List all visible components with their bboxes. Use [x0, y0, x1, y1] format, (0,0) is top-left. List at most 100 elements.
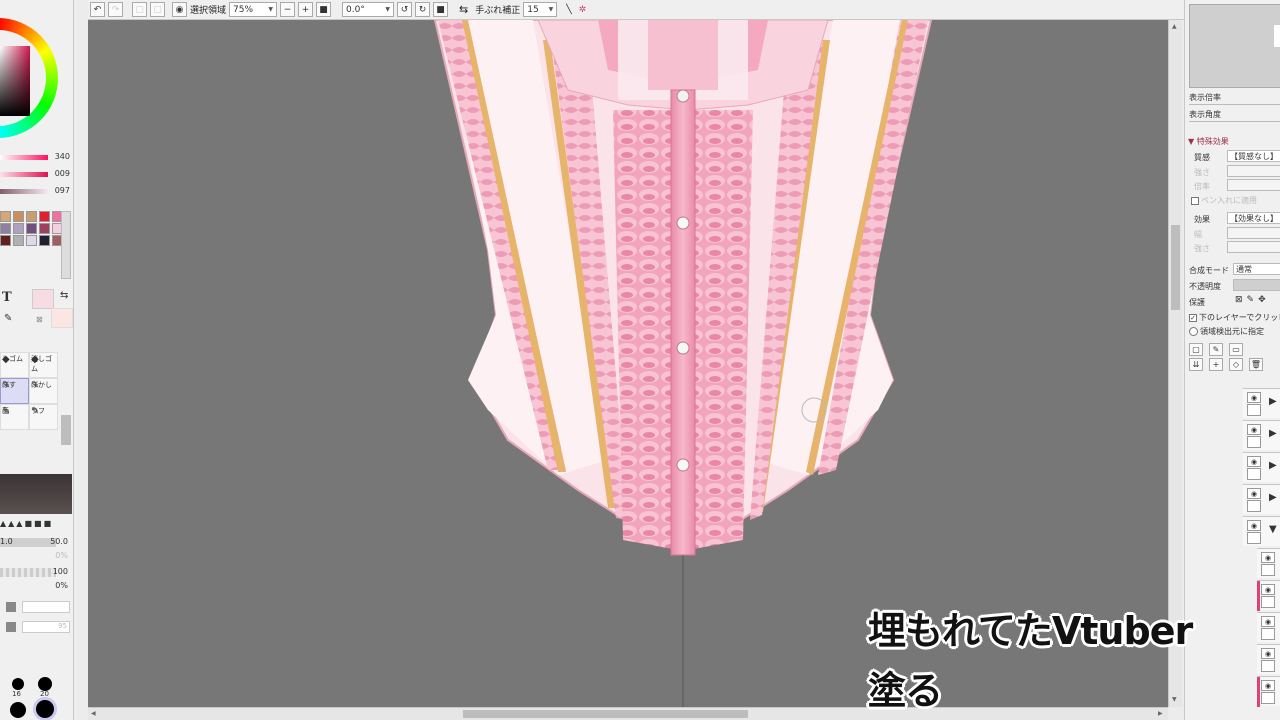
scroll-left-icon[interactable]: ◀ — [91, 710, 96, 717]
palette-swatch[interactable] — [39, 235, 50, 246]
brush-preset-dot-selected[interactable] — [36, 700, 54, 718]
saturation-slider[interactable]: 009 — [0, 169, 73, 181]
tool-button[interactable]: 画 ✎ — [0, 404, 29, 430]
eye-icon[interactable]: ◉ — [1261, 616, 1275, 627]
min-size-row[interactable]: 0% — [0, 551, 72, 562]
eye-icon[interactable]: ◉ — [1247, 424, 1261, 435]
tool-button[interactable]: ラフ ✎ — [29, 404, 58, 430]
eye-icon[interactable]: ◉ — [172, 2, 187, 17]
pen-apply-checkbox[interactable]: ペン入れに適用 — [1191, 195, 1257, 206]
palette-swatch[interactable] — [39, 211, 50, 222]
chevron-down-icon[interactable]: ▼ — [1269, 524, 1277, 535]
rotation-select[interactable]: 0.0° ▼ — [342, 2, 395, 17]
layer-lock-box[interactable] — [1247, 468, 1261, 480]
zoom-reset-icon[interactable]: ■ — [316, 2, 332, 17]
new-folder-icon[interactable]: ▭ — [1229, 343, 1243, 356]
opacity-slider[interactable] — [1233, 279, 1280, 291]
density-row[interactable]: 100 — [0, 567, 72, 578]
scroll-up-icon[interactable]: ▲ — [1172, 23, 1177, 30]
stabilizer-select[interactable]: 15 ▼ — [523, 2, 558, 17]
tool-button[interactable]: しゴム ◆ — [0, 352, 29, 378]
palette-swatch[interactable] — [13, 211, 24, 222]
layer-lock-box[interactable] — [1261, 660, 1275, 672]
layer-lock-box[interactable] — [1247, 500, 1261, 512]
canvas-horizontal-scrollbar[interactable]: ◀ ▶ — [88, 707, 1168, 720]
hue-slider[interactable]: 340 — [0, 152, 73, 164]
eye-icon[interactable]: ◉ — [1247, 392, 1261, 403]
palette-swatch[interactable] — [26, 223, 37, 234]
eye-icon[interactable]: ◉ — [1261, 680, 1275, 691]
palette-swatch[interactable] — [0, 235, 11, 246]
hue-slider-bar[interactable] — [0, 155, 48, 160]
clip-checkbox[interactable]: ✓下のレイヤーでクリッピング — [1189, 312, 1280, 323]
palette-swatch[interactable] — [13, 235, 24, 246]
texture-dropdown-button[interactable] — [6, 602, 16, 612]
layer-lock-box[interactable] — [1247, 436, 1261, 448]
background-color-swatch[interactable] — [51, 308, 73, 328]
brush-preset-dot[interactable] — [10, 702, 26, 718]
effect-dropdown-button[interactable] — [6, 622, 16, 632]
layer-lock-box[interactable] — [1247, 404, 1261, 416]
add-icon[interactable]: + — [1209, 358, 1223, 371]
chevron-right-icon[interactable]: ▶ — [1269, 396, 1277, 407]
palette-swatch[interactable] — [13, 223, 24, 234]
blend-mode-select[interactable]: 通常 — [1233, 263, 1280, 275]
tool-button[interactable]: ぼかし ✎ — [29, 378, 58, 404]
layer-item[interactable]: ◉ — [1257, 676, 1280, 707]
foreground-color-swatch[interactable] — [32, 289, 54, 309]
undo-icon[interactable]: ↶ — [90, 2, 105, 17]
eye-icon[interactable]: ◉ — [1261, 552, 1275, 563]
horizontal-scroll-thumb[interactable] — [463, 710, 748, 718]
palette-swatch[interactable] — [0, 223, 11, 234]
redo-icon[interactable]: ↷ — [108, 2, 123, 17]
effects-section-header[interactable]: ▼ 特殊効果 — [1188, 136, 1229, 147]
layer-folder[interactable]: ◉ ▶ — [1243, 484, 1280, 514]
layer-item[interactable]: ◉ — [1257, 644, 1280, 674]
layer-folder-open[interactable]: ◉ ▼ — [1243, 516, 1280, 546]
clear-layer-icon[interactable]: ◇ — [1229, 358, 1243, 371]
angle-slider[interactable] — [1189, 121, 1280, 122]
swap-colors-icon[interactable]: ⇆ — [60, 290, 68, 301]
tool-scrollbar[interactable] — [61, 415, 71, 445]
eye-icon[interactable]: ◉ — [1261, 648, 1275, 659]
eye-icon[interactable]: ◉ — [1247, 520, 1261, 531]
line-tool-icon[interactable]: ╲ — [566, 5, 571, 15]
layer-folder[interactable]: ◉ ▶ — [1243, 388, 1280, 418]
text-tool-icon[interactable]: T — [2, 290, 12, 305]
tool-button[interactable]: ぼす ✎ — [0, 378, 29, 404]
chevron-right-icon[interactable]: ▶ — [1269, 492, 1277, 503]
zoom-out-icon[interactable]: − — [280, 2, 296, 17]
value-slider-bar[interactable] — [0, 189, 48, 194]
effect-field[interactable]: 95 — [22, 621, 70, 633]
protect-icons[interactable]: ⊠✎✥ — [1235, 295, 1270, 305]
brush-preset-dot[interactable] — [12, 678, 24, 690]
vertical-scroll-thumb[interactable] — [1171, 225, 1180, 310]
layer-item[interactable]: ◉ — [1257, 548, 1280, 578]
tool-button[interactable]: 消しゴム ◆ — [29, 352, 58, 378]
merge-down-icon[interactable]: ⇊ — [1189, 358, 1203, 371]
eye-icon[interactable]: ◉ — [1261, 584, 1275, 595]
deselect-icon[interactable]: ▢ — [132, 2, 147, 17]
palette-swatch[interactable] — [0, 211, 11, 222]
layer-folder[interactable]: ◉ ▶ — [1243, 452, 1280, 482]
saturation-value-square[interactable] — [0, 46, 30, 116]
palette-scrollbar[interactable] — [61, 211, 71, 279]
texture-field[interactable] — [22, 601, 70, 613]
rotate-left-icon[interactable]: ↺ — [397, 2, 413, 17]
zoom-select[interactable]: 75% ▼ — [229, 2, 278, 17]
layer-lock-box[interactable] — [1247, 532, 1261, 544]
layer-lock-box[interactable] — [1261, 628, 1275, 640]
trash-icon[interactable]: 🗑 — [1249, 358, 1263, 371]
eyedropper-icon[interactable]: ✎ — [4, 313, 12, 324]
chevron-right-icon[interactable]: ▶ — [1269, 428, 1277, 439]
snap-off-icon[interactable]: ✲ — [579, 5, 587, 15]
invert-selection-icon[interactable]: ▢ — [150, 2, 165, 17]
new-pen-layer-icon[interactable]: ✎ — [1209, 343, 1223, 356]
layer-folder[interactable]: ◉ ▶ — [1243, 420, 1280, 450]
layer-item-selected[interactable]: ◉ — [1257, 580, 1280, 611]
transparent-color-icon[interactable]: ⊠ — [36, 315, 43, 324]
blend-row[interactable]: 0% — [0, 581, 72, 592]
layer-lock-box[interactable] — [1261, 596, 1275, 608]
layer-lock-box[interactable] — [1261, 692, 1275, 704]
rotate-reset-icon[interactable]: ■ — [433, 2, 449, 17]
